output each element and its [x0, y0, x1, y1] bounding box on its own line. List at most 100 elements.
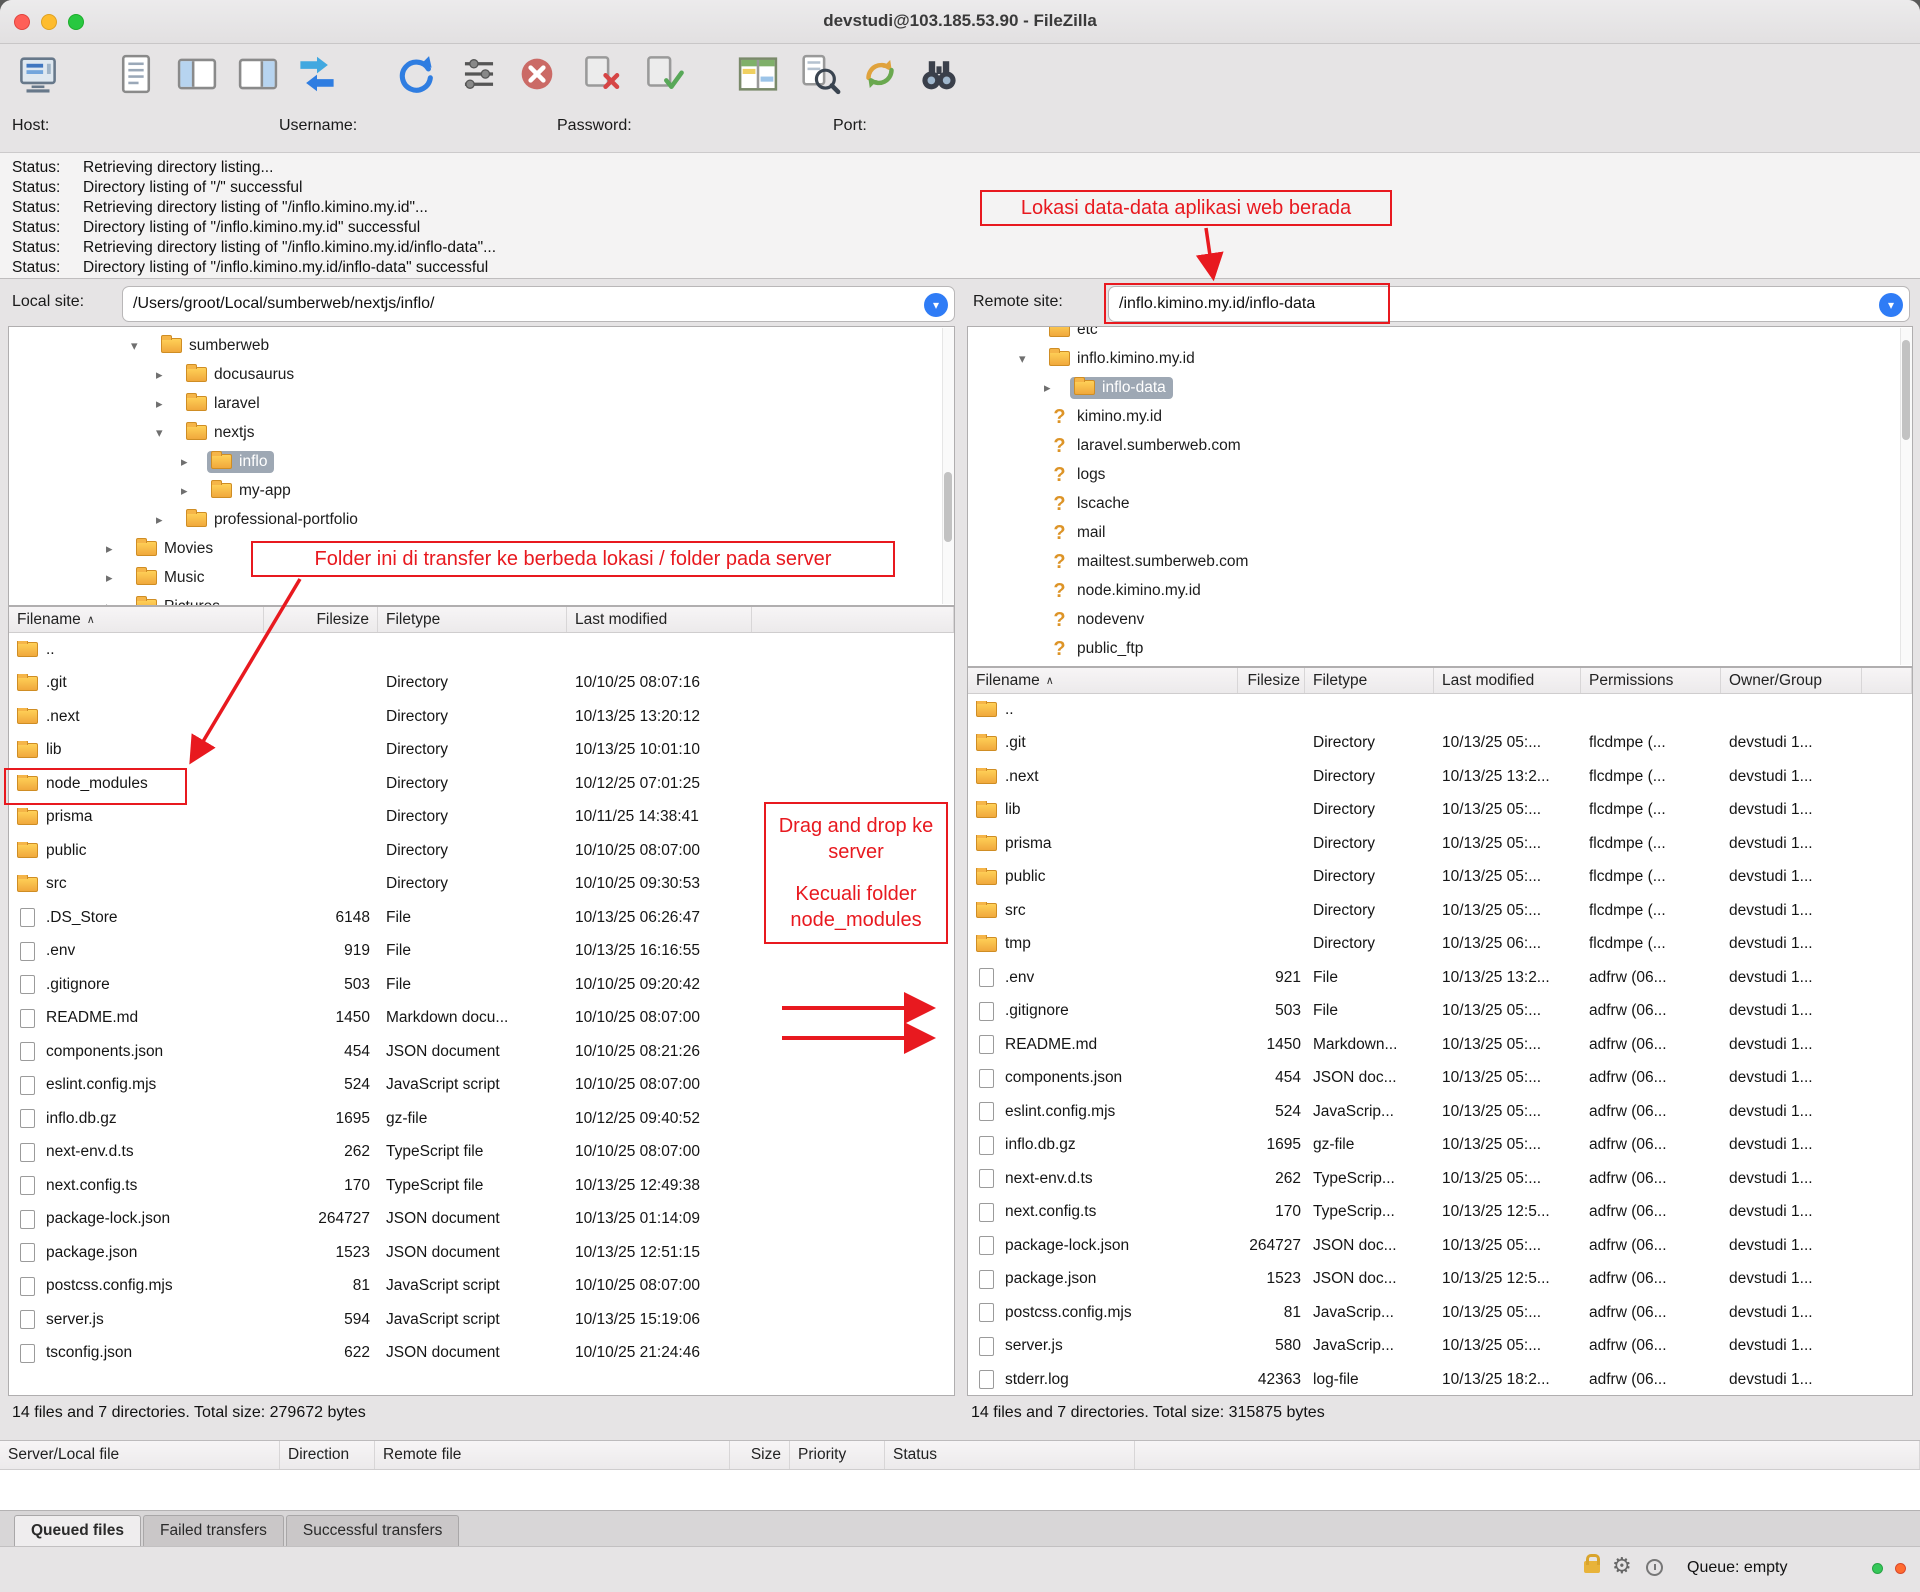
file-row[interactable]: stderr.log42363log-file10/13/25 18:2...a…	[968, 1363, 1912, 1395]
tree-item-inflo-kimino-my-id[interactable]: ▾inflo.kimino.my.id	[968, 344, 1912, 373]
tree-item-laravel[interactable]: ▸laravel	[9, 389, 954, 418]
expander-right-icon[interactable]: ▸	[102, 570, 132, 586]
column-header-filesize[interactable]: Filesize	[1238, 668, 1305, 693]
file-row[interactable]: eslint.config.mjs524JavaScript script10/…	[9, 1069, 954, 1103]
tab-failed-transfers[interactable]: Failed transfers	[143, 1515, 284, 1546]
expander-right-icon[interactable]: ▸	[152, 367, 182, 383]
file-row[interactable]: postcss.config.mjs81JavaScript script10/…	[9, 1270, 954, 1304]
file-row[interactable]: postcss.config.mjs81JavaScrip...10/13/25…	[968, 1296, 1912, 1330]
tree-item-music[interactable]: ▸Music	[9, 563, 954, 592]
expander-right-icon[interactable]: ▸	[152, 512, 182, 528]
expander-right-icon[interactable]: ▸	[1040, 380, 1070, 396]
file-row[interactable]: package.json1523JSON document10/13/25 12…	[9, 1236, 954, 1270]
file-row[interactable]: tmpDirectory10/13/25 06:...flcdmpe (...d…	[968, 928, 1912, 962]
tree-item-kimino-my-id[interactable]: ?kimino.my.id	[968, 402, 1912, 431]
file-row[interactable]: srcDirectory10/10/25 09:30:53	[9, 868, 954, 902]
tree-item-node-kimino-my-id[interactable]: ?node.kimino.my.id	[968, 576, 1912, 605]
file-row[interactable]: server.js594JavaScript script10/13/25 15…	[9, 1303, 954, 1337]
toggle-remote-tree-icon[interactable]	[234, 50, 282, 98]
tree-item-movies[interactable]: ▸Movies	[9, 534, 954, 563]
file-row[interactable]: .gitDirectory10/13/25 05:...flcdmpe (...…	[968, 727, 1912, 761]
toggle-message-log-icon[interactable]	[112, 50, 160, 98]
file-row[interactable]: .gitignore503File10/10/25 09:20:42	[9, 968, 954, 1002]
file-row[interactable]: ..	[968, 693, 1912, 727]
expander-right-icon[interactable]: ▸	[177, 483, 207, 499]
directory-comparison-icon[interactable]	[734, 50, 782, 98]
column-header-filetype[interactable]: Filetype	[1305, 668, 1434, 693]
tree-item-professional-portfolio[interactable]: ▸professional-portfolio	[9, 505, 954, 534]
tree-item-inflo-data[interactable]: ▸inflo-data	[968, 373, 1912, 402]
tree-item-docusaurus[interactable]: ▸docusaurus	[9, 360, 954, 389]
file-row[interactable]: package-lock.json264727JSON doc...10/13/…	[968, 1229, 1912, 1263]
file-row[interactable]: next.config.ts170TypeScrip...10/13/25 12…	[968, 1196, 1912, 1230]
file-row[interactable]: .nextDirectory10/13/25 13:20:12	[9, 700, 954, 734]
file-row[interactable]: .gitDirectory10/10/25 08:07:16	[9, 667, 954, 701]
remote-path-combobox[interactable]: /inflo.kimino.my.id/inflo-data ▾	[1108, 286, 1910, 322]
tree-item-pictures[interactable]: ▸Pictures	[9, 592, 954, 606]
disconnect-icon[interactable]	[579, 50, 627, 98]
tree-item-nextjs[interactable]: ▾nextjs	[9, 418, 954, 447]
tree-item-my-app[interactable]: ▸my-app	[9, 476, 954, 505]
expander-right-icon[interactable]: ▸	[102, 541, 132, 557]
file-row[interactable]: prismaDirectory10/13/25 05:...flcdmpe (.…	[968, 827, 1912, 861]
tree-item-logs[interactable]: ?logs	[968, 460, 1912, 489]
process-queue-icon[interactable]	[455, 50, 503, 98]
tree-item-mailtest-sumberweb-com[interactable]: ?mailtest.sumberweb.com	[968, 547, 1912, 576]
file-row[interactable]: .env919File10/13/25 16:16:55	[9, 935, 954, 969]
site-manager-icon[interactable]	[14, 50, 62, 98]
file-row[interactable]: .nextDirectory10/13/25 13:2...flcdmpe (.…	[968, 760, 1912, 794]
tree-item-etc[interactable]: etc	[968, 326, 1912, 344]
synchronized-browsing-icon[interactable]	[856, 50, 904, 98]
file-row[interactable]: inflo.db.gz1695gz-file10/13/25 05:...adf…	[968, 1129, 1912, 1163]
tab-queued-files[interactable]: Queued files	[14, 1515, 141, 1546]
local-path-dropdown-button[interactable]: ▾	[924, 293, 948, 317]
file-row[interactable]: tsconfig.json622JSON document10/10/25 21…	[9, 1337, 954, 1371]
find-files-icon[interactable]	[915, 50, 963, 98]
file-row[interactable]: README.md1450Markdown docu...10/10/25 08…	[9, 1002, 954, 1036]
file-row[interactable]: libDirectory10/13/25 05:...flcdmpe (...d…	[968, 794, 1912, 828]
cancel-icon[interactable]	[513, 50, 561, 98]
toggle-transfer-queue-icon[interactable]	[293, 50, 341, 98]
file-row[interactable]: node_modulesDirectory10/12/25 07:01:25	[9, 767, 954, 801]
tree-item-public-ftp[interactable]: ?public_ftp	[968, 634, 1912, 663]
file-row[interactable]: server.js580JavaScrip...10/13/25 05:...a…	[968, 1330, 1912, 1364]
tree-item-mail[interactable]: ?mail	[968, 518, 1912, 547]
file-row[interactable]: package.json1523JSON doc...10/13/25 12:5…	[968, 1263, 1912, 1297]
file-row[interactable]: eslint.config.mjs524JavaScrip...10/13/25…	[968, 1095, 1912, 1129]
file-row[interactable]: package-lock.json264727JSON document10/1…	[9, 1203, 954, 1237]
expander-down-icon[interactable]: ▾	[127, 338, 157, 354]
local-path-combobox[interactable]: /Users/groot/Local/sumberweb/nextjs/infl…	[122, 286, 955, 322]
file-row[interactable]: publicDirectory10/13/25 05:...flcdmpe (.…	[968, 861, 1912, 895]
tree-item-lscache[interactable]: ?lscache	[968, 489, 1912, 518]
file-row[interactable]: .gitignore503File10/13/25 05:...adfrw (0…	[968, 995, 1912, 1029]
file-row[interactable]: inflo.db.gz1695gz-file10/12/25 09:40:52	[9, 1102, 954, 1136]
refresh-icon[interactable]	[391, 50, 439, 98]
remote-path-dropdown-button[interactable]: ▾	[1879, 293, 1903, 317]
file-row[interactable]: next.config.ts170TypeScript file10/13/25…	[9, 1169, 954, 1203]
file-row[interactable]: next-env.d.ts262TypeScrip...10/13/25 05:…	[968, 1162, 1912, 1196]
reconnect-icon[interactable]	[641, 50, 689, 98]
file-row[interactable]: ..	[9, 633, 954, 667]
column-header-last-modified[interactable]: Last modified	[1434, 668, 1581, 693]
expander-down-icon[interactable]: ▾	[1015, 351, 1045, 367]
file-row[interactable]: components.json454JSON doc...10/13/25 05…	[968, 1062, 1912, 1096]
file-row[interactable]: README.md1450Markdown...10/13/25 05:...a…	[968, 1028, 1912, 1062]
expander-right-icon[interactable]: ▸	[152, 396, 182, 412]
column-header-owner-group[interactable]: Owner/Group	[1721, 668, 1862, 693]
file-row[interactable]: next-env.d.ts262TypeScript file10/10/25 …	[9, 1136, 954, 1170]
toggle-local-tree-icon[interactable]	[173, 50, 221, 98]
filter-icon[interactable]	[795, 50, 843, 98]
expander-right-icon[interactable]: ▸	[102, 599, 132, 607]
tab-successful-transfers[interactable]: Successful transfers	[286, 1515, 460, 1546]
expander-down-icon[interactable]: ▾	[152, 425, 182, 441]
local-tree-scrollbar[interactable]	[942, 328, 954, 604]
expander-right-icon[interactable]: ▸	[177, 454, 207, 470]
column-header-permissions[interactable]: Permissions	[1581, 668, 1721, 693]
file-row[interactable]: prismaDirectory10/11/25 14:38:41	[9, 801, 954, 835]
file-row[interactable]: srcDirectory10/13/25 05:...flcdmpe (...d…	[968, 894, 1912, 928]
file-row[interactable]: .DS_Store6148File10/13/25 06:26:47	[9, 901, 954, 935]
tree-item-sumberweb[interactable]: ▾sumberweb	[9, 331, 954, 360]
file-row[interactable]: components.json454JSON document10/10/25 …	[9, 1035, 954, 1069]
file-row[interactable]: publicDirectory10/10/25 08:07:00	[9, 834, 954, 868]
column-header-filesize[interactable]: Filesize	[264, 607, 378, 632]
